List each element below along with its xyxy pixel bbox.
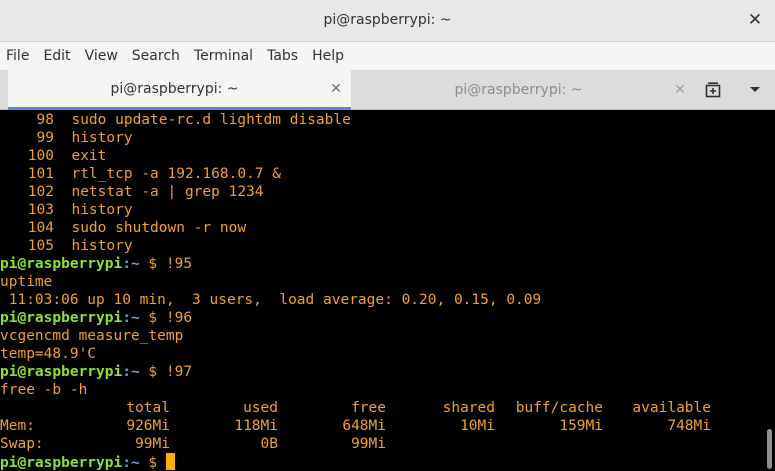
- prompt-line: pi@raspberrypi:~ $: [0, 453, 763, 471]
- history-number: 104: [27, 220, 54, 236]
- window-titlebar: pi@raspberrypi: ~ ✕: [0, 0, 775, 42]
- tab-bar: pi@raspberrypi: ~ ✕ pi@raspberrypi: ~ ✕: [0, 70, 775, 110]
- free-cell: 118Mi: [234, 418, 278, 434]
- tab-2[interactable]: pi@raspberrypi: ~ ✕: [352, 70, 695, 110]
- menu-edit[interactable]: Edit: [36, 42, 77, 70]
- menu-search[interactable]: Search: [125, 42, 187, 70]
- history-line: 100 exit: [0, 147, 763, 165]
- menu-view[interactable]: View: [78, 42, 125, 70]
- output-line: uptime: [0, 274, 53, 290]
- free-table-header: total used free shared buff/cache available: [0, 399, 763, 417]
- history-line: 101 rtl_tcp -a 192.168.0.7 &: [0, 165, 763, 183]
- history-command: sudo update-rc.d lightdm disable: [71, 112, 351, 128]
- output-line: temp=48.9'C: [0, 346, 97, 362]
- prompt-user: pi@raspberrypi: [0, 364, 123, 380]
- terminal-cursor: [165, 453, 175, 470]
- free-table-row: Mem: 926Mi 118Mi 648Mi 10Mi 159Mi 748Mi: [0, 417, 763, 435]
- prompt-user: pi@raspberrypi: [0, 455, 123, 471]
- prompt-command: !95: [165, 256, 193, 272]
- prompt-command: !97: [165, 364, 193, 380]
- history-number: 99: [36, 130, 54, 146]
- free-table-row: Swap: 99Mi 0B 99Mi: [0, 435, 763, 453]
- history-line: 102 netstat -a | grep 1234: [0, 183, 763, 201]
- prompt-command: !96: [165, 310, 193, 326]
- prompt-path: :~: [122, 256, 140, 272]
- menu-tabs[interactable]: Tabs: [260, 42, 305, 70]
- prompt-symbol: $: [139, 455, 166, 471]
- output-line: 11:03:06 up 10 min, 3 users, load averag…: [0, 292, 542, 308]
- tab-label: pi@raspberrypi: ~: [110, 80, 239, 97]
- prompt-line: pi@raspberrypi:~ $ !97: [0, 363, 763, 381]
- free-cell: 159Mi: [559, 418, 603, 434]
- free-header-total: total: [126, 400, 170, 416]
- prompt-path: :~: [122, 364, 140, 380]
- free-header-available: available: [632, 400, 711, 416]
- free-header-shared: shared: [442, 400, 495, 416]
- history-command: sudo shutdown -r now: [71, 220, 247, 236]
- output-line: vcgencmd measure_temp: [0, 328, 184, 344]
- prompt-user: pi@raspberrypi: [0, 256, 123, 272]
- terminal-scrollbar[interactable]: [763, 111, 775, 471]
- prompt-path: :~: [122, 310, 140, 326]
- menu-file[interactable]: File: [0, 42, 36, 70]
- close-icon[interactable]: ✕: [743, 8, 767, 32]
- tab-1[interactable]: pi@raspberrypi: ~ ✕: [8, 70, 351, 110]
- terminal-output[interactable]: 98 sudo update-rc.d lightdm disable 99 h…: [0, 111, 763, 471]
- new-tab-button[interactable]: [700, 78, 726, 102]
- free-cell: 748Mi: [667, 418, 711, 434]
- prompt-line: pi@raspberrypi:~ $ !96: [0, 309, 763, 327]
- scrollbar-thumb[interactable]: [767, 429, 772, 469]
- free-cell: 99Mi: [135, 436, 170, 452]
- output-line: free -b -h: [0, 382, 88, 398]
- chevron-down-icon: [750, 87, 760, 92]
- history-number: 103: [27, 202, 54, 218]
- tabs-menu-button[interactable]: [742, 78, 768, 102]
- free-row-label: Mem:: [0, 418, 35, 434]
- new-tab-icon: [705, 82, 721, 98]
- prompt-symbol: $: [139, 310, 166, 326]
- history-command: rtl_tcp -a 192.168.0.7 &: [71, 166, 281, 182]
- history-command: history: [71, 130, 133, 146]
- menu-help[interactable]: Help: [305, 42, 351, 70]
- history-line: 99 history: [0, 129, 763, 147]
- free-cell: 10Mi: [460, 418, 495, 434]
- free-row-label: Swap:: [0, 436, 44, 452]
- window-title: pi@raspberrypi: ~: [323, 12, 452, 28]
- menu-bar: File Edit View Search Terminal Tabs Help: [0, 42, 775, 70]
- prompt-user: pi@raspberrypi: [0, 310, 123, 326]
- free-header-used: used: [243, 400, 278, 416]
- free-cell: 99Mi: [351, 436, 386, 452]
- prompt-symbol: $: [139, 364, 166, 380]
- history-number: 101: [27, 166, 54, 182]
- history-number: 100: [27, 148, 54, 164]
- history-number: 102: [27, 184, 54, 200]
- prompt-path: :~: [122, 455, 140, 471]
- prompt-line: pi@raspberrypi:~ $ !95: [0, 255, 763, 273]
- history-line: 105 history: [0, 237, 763, 255]
- free-header-buffcache: buff/cache: [515, 400, 603, 416]
- free-header-free: free: [351, 400, 386, 416]
- tab-label: pi@raspberrypi: ~: [454, 82, 583, 98]
- history-command: netstat -a | grep 1234: [71, 184, 264, 200]
- tab-close-icon[interactable]: ✕: [321, 81, 351, 97]
- history-line: 98 sudo update-rc.d lightdm disable: [0, 111, 763, 129]
- history-number: 98: [36, 112, 54, 128]
- prompt-symbol: $: [139, 256, 166, 272]
- tab-close-icon[interactable]: ✕: [665, 82, 695, 98]
- free-cell: 648Mi: [342, 418, 386, 434]
- history-line: 103 history: [0, 201, 763, 219]
- menu-terminal[interactable]: Terminal: [187, 42, 260, 70]
- free-cell: 0B: [260, 436, 278, 452]
- history-command: exit: [71, 148, 107, 164]
- history-number: 105: [27, 238, 54, 254]
- history-command: history: [71, 238, 133, 254]
- history-command: history: [71, 202, 133, 218]
- free-cell: 926Mi: [126, 418, 170, 434]
- history-line: 104 sudo shutdown -r now: [0, 219, 763, 237]
